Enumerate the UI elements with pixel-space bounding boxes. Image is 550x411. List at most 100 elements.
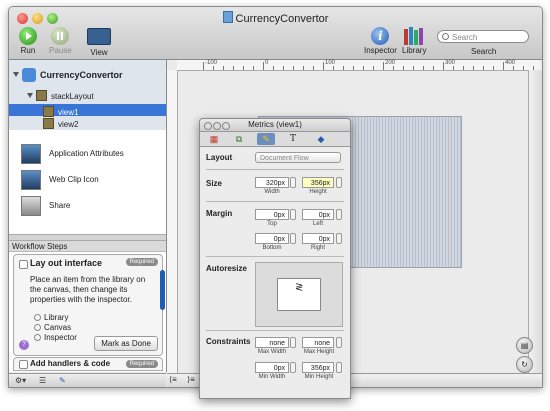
settings-icon [21, 144, 41, 164]
ruler-minor-tick [273, 66, 274, 70]
library-button[interactable]: Library [402, 27, 426, 55]
text-tab-icon[interactable]: T [284, 133, 302, 145]
right-margin-field[interactable]: 0px [302, 233, 334, 244]
left-margin-stepper[interactable] [336, 209, 342, 220]
right-margin-stepper[interactable] [336, 233, 342, 244]
separator [206, 201, 344, 202]
width-field[interactable]: 320px [255, 177, 289, 188]
inspector-zoom-button[interactable] [222, 122, 230, 130]
ruler-minor-tick [403, 66, 404, 70]
inspector-title-bar: Metrics (view1) [200, 119, 350, 132]
ruler-minor-tick [223, 66, 224, 70]
ruler-minor-tick [243, 66, 244, 70]
outline-stack-layout[interactable]: stackLayout [27, 90, 94, 101]
step-checkbox[interactable] [19, 360, 28, 369]
pause-button[interactable]: Pause [49, 27, 72, 55]
option-library[interactable]: Library [34, 313, 68, 322]
workflow-scrollbar[interactable] [160, 270, 165, 310]
min-width-stepper[interactable] [290, 362, 296, 373]
disclosure-triangle-icon[interactable] [27, 93, 33, 98]
project-icon [22, 68, 36, 82]
rotate-icon[interactable]: ↻ [516, 356, 533, 373]
top-margin-stepper[interactable] [290, 209, 296, 220]
view-button[interactable]: View [87, 27, 111, 57]
mark-as-done-button[interactable]: Mark as Done [94, 336, 158, 351]
layout-popup[interactable]: Document Flow [255, 152, 341, 163]
run-button[interactable]: Run [19, 27, 37, 55]
play-icon [19, 27, 37, 45]
search-label: Search [471, 47, 497, 56]
help-icon[interactable]: ? [19, 340, 29, 350]
ruler-minor-tick [453, 66, 454, 70]
stack-layout-icon [36, 90, 47, 101]
ruler-minor-tick [433, 66, 434, 70]
ruler-minor-tick [213, 66, 214, 70]
inspector-close-button[interactable] [204, 122, 212, 130]
min-width-label: Min Width [258, 374, 286, 380]
bindings-tab-icon[interactable]: ⧉ [230, 133, 248, 145]
edit-icon[interactable]: ✎ [59, 376, 66, 385]
ruler-minor-tick [483, 66, 484, 70]
inspector-button[interactable]: i Inspector [364, 27, 397, 55]
max-width-label: Max Width [257, 349, 287, 355]
ruler-major-tick [203, 62, 204, 70]
ruler-major-tick [263, 62, 264, 70]
bottom-label: Bottom [262, 245, 282, 251]
spring-icon[interactable]: ≷ [295, 282, 303, 293]
horizontal-ruler: -100 0 100 200 300 400 [177, 60, 540, 71]
max-height-field[interactable]: none [302, 337, 334, 348]
autoresize-control[interactable]: ≷ [255, 262, 343, 327]
vertical-ruler [167, 70, 178, 373]
max-height-label: Max Height [303, 349, 335, 355]
top-label: Top [267, 221, 277, 227]
step-checkbox[interactable] [19, 260, 28, 269]
canvas-toggle-icon[interactable]: ▤ [516, 337, 533, 354]
max-width-stepper[interactable] [290, 337, 296, 348]
height-stepper[interactable] [336, 177, 342, 188]
pause-icon [51, 27, 70, 45]
ruler-minor-tick [473, 66, 474, 70]
gear-menu-icon[interactable]: ⚙▾ [15, 376, 26, 385]
height-field[interactable]: 356px [302, 177, 334, 188]
list-icon[interactable]: ☰ [39, 376, 46, 385]
min-height-field[interactable]: 356px [302, 362, 334, 373]
width-stepper[interactable] [290, 177, 296, 188]
ruler-toggle-icon[interactable]: ⟨≡ [169, 375, 177, 384]
bottom-margin-stepper[interactable] [290, 233, 296, 244]
separator [206, 169, 344, 170]
ruler-minor-tick [283, 66, 284, 70]
separator [206, 330, 344, 331]
min-height-stepper[interactable] [336, 362, 342, 373]
outline-item-view2[interactable]: view2 [43, 118, 78, 129]
ruler-minor-tick [343, 66, 344, 70]
required-badge: Required [125, 258, 158, 266]
left-margin-field[interactable]: 0px [302, 209, 334, 220]
bottom-margin-field[interactable]: 0px [255, 233, 289, 244]
cube-tab-icon[interactable]: ◆ [312, 133, 330, 145]
vertical-scrollbar[interactable] [528, 70, 542, 373]
min-width-field[interactable]: 0px [255, 362, 289, 373]
ruler-minor-tick [233, 66, 234, 70]
outline-item-view1[interactable]: view1 [43, 106, 78, 117]
top-margin-field[interactable]: 0px [255, 209, 289, 220]
calendar-tab-icon[interactable]: ▦ [205, 133, 223, 145]
layout-label: Layout [206, 153, 233, 162]
ruler-minor-tick [353, 66, 354, 70]
option-canvas[interactable]: Canvas [34, 323, 71, 332]
ruler-minor-tick [393, 66, 394, 70]
zoom-icon[interactable]: ⟩≡ [187, 375, 195, 384]
max-width-field[interactable]: none [255, 337, 289, 348]
max-height-stepper[interactable] [336, 337, 342, 348]
workflow-step-card-2[interactable]: Add handlers & code Required [13, 357, 163, 371]
outline-root[interactable]: CurrencyConvertor [13, 68, 123, 82]
title-bar: CurrencyConvertor Run Pause View i Inspe… [9, 7, 542, 60]
ruler-minor-tick [413, 66, 414, 70]
split-view-divider[interactable] [9, 234, 166, 241]
search-input[interactable]: Search [437, 30, 529, 43]
left-label: Left [312, 221, 323, 227]
disclosure-triangle-icon[interactable] [13, 72, 19, 77]
option-inspector[interactable]: Inspector [34, 333, 77, 342]
inspector-minimize-button[interactable] [213, 122, 221, 130]
metrics-tab-icon[interactable]: ✎ [257, 133, 275, 145]
ruler-label: 0 [265, 60, 269, 66]
